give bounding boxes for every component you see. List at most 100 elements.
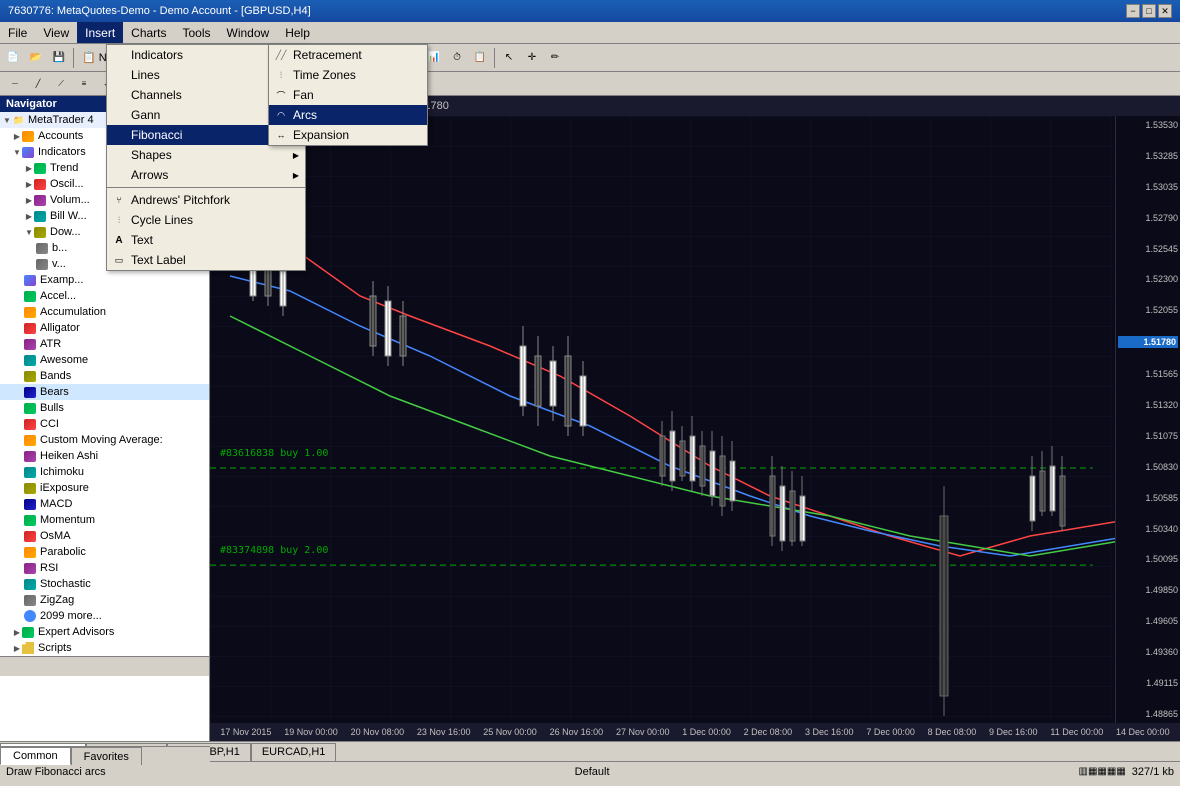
custom-ma-icon — [24, 433, 38, 447]
chart-mode-icon: ▥▦▦▦▦ — [1079, 766, 1126, 777]
nav-rsi[interactable]: RSI — [0, 560, 209, 576]
awesome-icon — [24, 353, 38, 367]
price-2: 1.53285 — [1118, 151, 1178, 161]
arcs-icon: ◠ — [273, 110, 289, 121]
iexposure-icon — [24, 481, 38, 495]
new-chart-btn[interactable]: 📄 — [2, 47, 24, 69]
fib-arcs[interactable]: ◠ Arcs — [269, 105, 427, 125]
text-menu-icon: A — [111, 235, 127, 246]
nav-accel[interactable]: Accel... — [0, 288, 209, 304]
nav-bulls[interactable]: Bulls — [0, 400, 209, 416]
accel-icon — [24, 289, 38, 303]
title-bar: 7630776: MetaQuotes-Demo - Demo Account … — [0, 0, 1180, 22]
status-middle: Default — [575, 766, 610, 778]
status-right: 327/1 kb — [1132, 766, 1174, 778]
draw-tool-3[interactable]: ⟋ — [50, 73, 72, 95]
cci-icon — [24, 417, 38, 431]
b-icon — [36, 241, 50, 255]
price-7: 1.52055 — [1118, 305, 1178, 315]
menu-view[interactable]: View — [35, 22, 77, 43]
nav-examp[interactable]: Examp... — [0, 272, 209, 288]
nav-accumulation[interactable]: Accumulation — [0, 304, 209, 320]
tab-common[interactable]: Common — [0, 747, 71, 765]
tab-favorites-label: Favorites — [84, 751, 129, 763]
menu-insert-pitchfork[interactable]: ⑂ Andrews' Pitchfork — [107, 190, 305, 210]
nav-more[interactable]: 2099 more... — [0, 608, 209, 624]
nav-ichimoku[interactable]: Ichimoku — [0, 464, 209, 480]
toolbar-btn-3[interactable]: 💾 — [48, 47, 70, 69]
nav-heiken[interactable]: Heiken Ashi — [0, 448, 209, 464]
price-16: 1.49850 — [1118, 585, 1178, 595]
nav-osma[interactable]: OsMA — [0, 528, 209, 544]
osma-icon — [24, 529, 38, 543]
menu-charts[interactable]: Charts — [123, 22, 174, 43]
nav-awesome[interactable]: Awesome — [0, 352, 209, 368]
nav-expert[interactable]: ▶ Expert Advisors — [0, 624, 209, 640]
price-3: 1.53035 — [1118, 182, 1178, 192]
nav-alligator[interactable]: Alligator — [0, 320, 209, 336]
nav-zigzag[interactable]: ZigZag — [0, 592, 209, 608]
billw-icon — [34, 209, 48, 223]
menu-insert-cyclelines[interactable]: ⫶ Cycle Lines — [107, 210, 305, 230]
fib-retracement[interactable]: ╱╱ Retracement — [269, 45, 427, 65]
close-btn[interactable]: ✕ — [1158, 4, 1172, 18]
menu-insert-text[interactable]: A Text — [107, 230, 305, 250]
maximize-btn[interactable]: □ — [1142, 4, 1156, 18]
open-btn[interactable]: 📂 — [25, 47, 47, 69]
menu-insert[interactable]: Insert — [77, 22, 123, 43]
nav-bottom-tabs — [0, 656, 209, 676]
period-btn[interactable]: ⏱ — [446, 47, 468, 69]
nav-iexposure[interactable]: iExposure — [0, 480, 209, 496]
templates-btn[interactable]: 📋 — [469, 47, 491, 69]
nav-cci[interactable]: CCI — [0, 416, 209, 432]
nav-atr[interactable]: ATR — [0, 336, 209, 352]
price-20: 1.48865 — [1118, 709, 1178, 719]
indicators-folder-icon — [22, 145, 36, 159]
globe-icon — [24, 609, 38, 623]
fib-timezones[interactable]: ⫶ Time Zones — [269, 65, 427, 85]
fib-expansion[interactable]: ↔ Expansion — [269, 125, 427, 145]
tab-common-label: Common — [13, 750, 58, 762]
menu-tools[interactable]: Tools — [175, 22, 219, 43]
tab-favorites[interactable]: Favorites — [71, 747, 142, 765]
draw-tool-4[interactable]: ≡ — [73, 73, 95, 95]
draw-tool-1[interactable]: ─ — [4, 73, 26, 95]
alligator-icon — [24, 321, 38, 335]
accumulation-icon — [24, 305, 38, 319]
fib-fan[interactable]: ⌒ Fan — [269, 85, 427, 105]
macd-icon — [24, 497, 38, 511]
chart-tab-eurcad[interactable]: EURCAD,H1 — [251, 743, 337, 761]
crosshair-btn[interactable]: ✛ — [521, 47, 543, 69]
draw-btn[interactable]: ✏ — [544, 47, 566, 69]
stochastic-icon — [24, 577, 38, 591]
nav-scripts[interactable]: ▶ Scripts — [0, 640, 209, 656]
trend-icon — [34, 161, 48, 175]
draw-tool-2[interactable]: ╱ — [27, 73, 49, 95]
nav-momentum[interactable]: Momentum — [0, 512, 209, 528]
nav-bands[interactable]: Bands — [0, 368, 209, 384]
cursor-btn[interactable]: ↖ — [498, 47, 520, 69]
minimize-btn[interactable]: − — [1126, 4, 1140, 18]
nav-custom-ma[interactable]: Custom Moving Average: — [0, 432, 209, 448]
window-controls: − □ ✕ — [1126, 4, 1172, 18]
menu-insert-arrows[interactable]: Arrows — [107, 165, 305, 185]
chart-area[interactable]: GBPUSD,H4 1:51967 1:51978 1:51688 1:5178… — [210, 96, 1180, 741]
price-14: 1.50340 — [1118, 524, 1178, 534]
timezones-icon: ⫶ — [273, 70, 289, 81]
nav-parabolic[interactable]: Parabolic — [0, 544, 209, 560]
price-18: 1.49360 — [1118, 647, 1178, 657]
sep5 — [494, 48, 495, 68]
nav-bears[interactable]: Bears — [0, 384, 209, 400]
menu-insert-shapes[interactable]: Shapes — [107, 145, 305, 165]
price-15: 1.50095 — [1118, 554, 1178, 564]
menu-insert-textlabel[interactable]: ▭ Text Label — [107, 250, 305, 270]
price-6: 1.52300 — [1118, 274, 1178, 284]
menu-window[interactable]: Window — [219, 22, 278, 43]
nav-stochastic[interactable]: Stochastic — [0, 576, 209, 592]
menu-sep1 — [107, 187, 305, 188]
menu-file[interactable]: File — [0, 22, 35, 43]
menu-help[interactable]: Help — [277, 22, 318, 43]
menu-bar: File View Insert Charts Tools Window Hel… — [0, 22, 1180, 44]
nav-macd[interactable]: MACD — [0, 496, 209, 512]
bears-icon — [24, 385, 38, 399]
